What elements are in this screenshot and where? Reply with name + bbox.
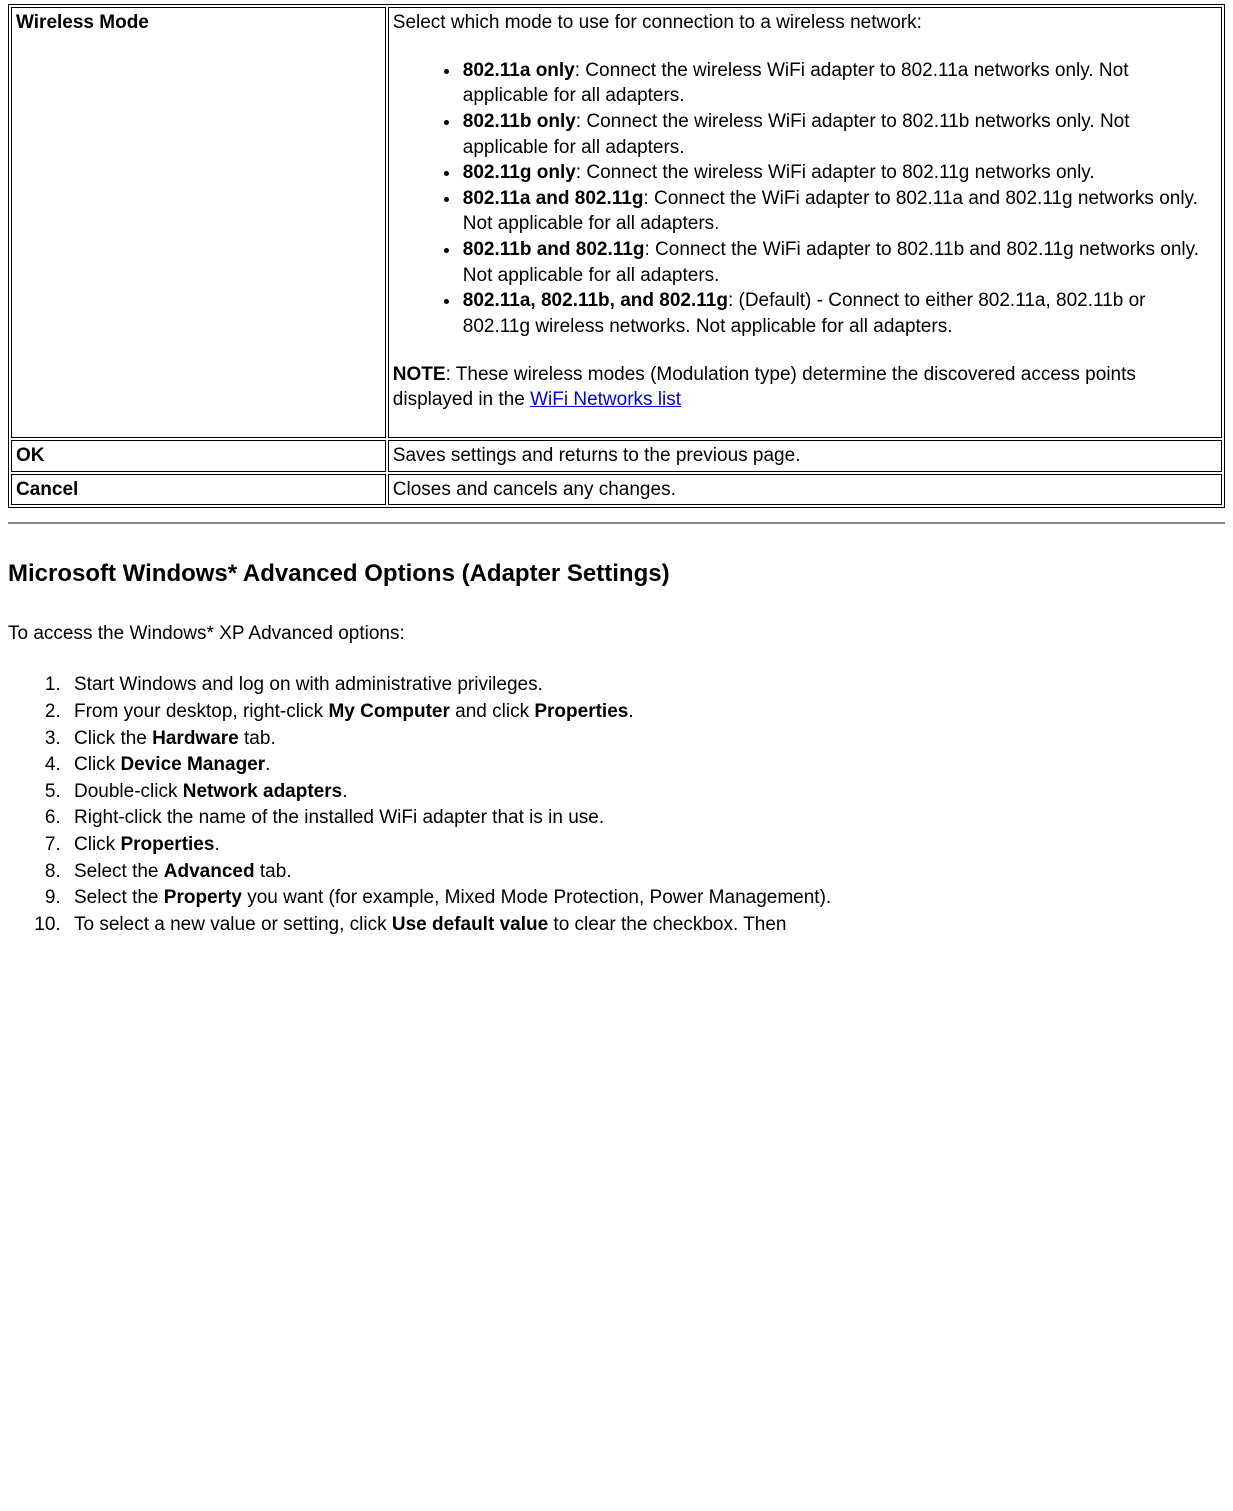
setting-desc: Saves settings and returns to the previo… [388,440,1222,472]
step-text: to clear the checkbox. Then [548,914,786,935]
mode-label: 802.11b and 802.11g [463,239,645,260]
step-text: Click [74,754,120,775]
setting-name: Cancel [11,474,386,506]
step-bold: Hardware [152,728,239,749]
note-text: : These wireless modes (Modulation type)… [393,364,1136,411]
wireless-modes-list: 802.11a only : Connect the wireless WiFi … [393,58,1217,340]
step-bold: Use default value [392,914,548,935]
setting-name: Wireless Mode [11,7,386,438]
step-text: Click the [74,728,152,749]
list-item: 802.11b and 802.11g: Connect the WiFi ad… [461,237,1217,288]
wireless-mode-intro: Select which mode to use for connection … [393,12,922,33]
setting-desc: Closes and cancels any changes. [388,474,1222,506]
step-text: you want (for example, Mixed Mode Protec… [242,887,831,908]
step-bold: Device Manager [120,754,265,775]
step-text: . [265,754,270,775]
mode-label: 802.11a only [463,60,575,81]
steps-list: Start Windows and log on with administra… [8,672,1225,937]
setting-name: OK [11,440,386,472]
step-text: and click [450,701,534,722]
step-bold: Properties [534,701,628,722]
section-heading: Microsoft Windows* Advanced Options (Ada… [8,558,1225,590]
step-text: Start Windows and log on with administra… [74,674,543,695]
mode-label: 802.11a and 802.11g [463,188,644,209]
mode-desc: : Connect the wireless WiFi adapter to 8… [576,162,1095,183]
table-row: Wireless Mode Select which mode to use f… [11,7,1222,438]
list-item: Start Windows and log on with administra… [66,672,1225,698]
list-item: 802.11g only: Connect the wireless WiFi … [461,160,1217,186]
mode-label: 802.11a, 802.11b, and 802.11g [463,290,728,311]
step-bold: Network adapters [183,781,342,802]
step-bold: Property [164,887,242,908]
list-item: 802.11a and 802.11g: Connect the WiFi ad… [461,186,1217,237]
step-bold: Properties [120,834,214,855]
list-item: Click Properties. [66,832,1225,858]
step-text: Click [74,834,120,855]
step-text: . [214,834,219,855]
step-text: Select the [74,861,164,882]
step-text: From your desktop, right-click [74,701,328,722]
step-text: tab. [239,728,276,749]
list-item: 802.11a only: Connect the wireless WiFi … [461,58,1217,109]
step-bold: Advanced [164,861,255,882]
list-item: 802.11b only: Connect the wireless WiFi … [461,109,1217,160]
list-item: To select a new value or setting, click … [66,912,1225,938]
step-text: Double-click [74,781,183,802]
settings-table: Wireless Mode Select which mode to use f… [8,4,1225,508]
list-item: Click Device Manager. [66,752,1225,778]
step-text: Right-click the name of the installed Wi… [74,807,604,828]
list-item: Select the Property you want (for exampl… [66,885,1225,911]
step-text: tab. [255,861,292,882]
step-text: . [342,781,347,802]
table-row: Cancel Closes and cancels any changes. [11,474,1222,506]
step-text: To select a new value or setting, click [74,914,392,935]
step-text: . [628,701,633,722]
mode-label: 802.11b only [463,111,576,132]
wifi-networks-list-link[interactable]: WiFi Networks list [530,389,681,410]
note-block: NOTE: These wireless modes (Modulation t… [393,362,1217,413]
divider [8,522,1225,524]
list-item: 802.11a, 802.11b, and 802.11g: (Default)… [461,288,1217,339]
table-row: OK Saves settings and returns to the pre… [11,440,1222,472]
mode-label: 802.11g only [463,162,576,183]
list-item: Click the Hardware tab. [66,726,1225,752]
list-item: Right-click the name of the installed Wi… [66,805,1225,831]
list-item: Double-click Network adapters. [66,779,1225,805]
list-item: From your desktop, right-click My Comput… [66,699,1225,725]
step-bold: My Computer [328,701,449,722]
setting-desc: Select which mode to use for connection … [388,7,1222,438]
intro-text: To access the Windows* XP Advanced optio… [8,621,1225,647]
note-label: NOTE [393,364,446,385]
list-item: Select the Advanced tab. [66,859,1225,885]
step-text: Select the [74,887,164,908]
